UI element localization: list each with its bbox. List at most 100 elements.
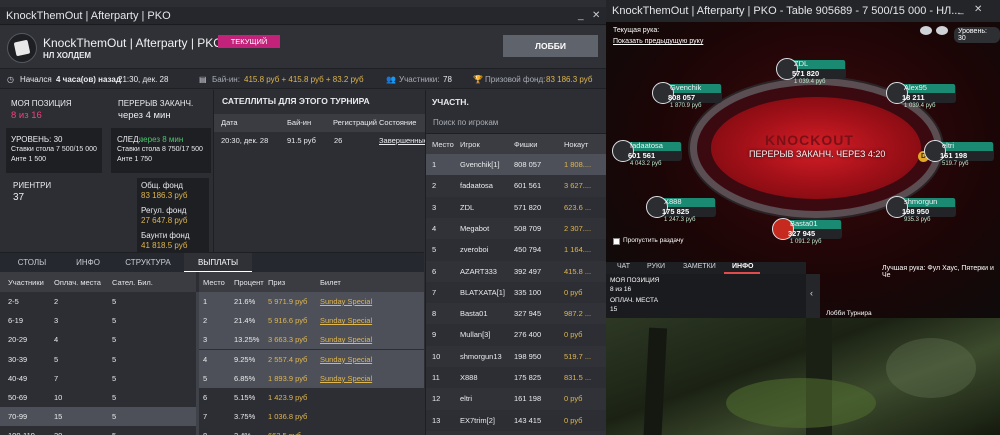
ticket-link[interactable]: Sunday Special: [320, 355, 372, 364]
player-row[interactable]: 7 BLATXATA[1] 335 100 0 руб: [426, 282, 606, 303]
payout-range-row[interactable]: 70-99 15 5: [0, 407, 196, 427]
player-cell: 1 808....: [564, 160, 592, 169]
player-row[interactable]: 8 Basta01 327 945 987.2 ...: [426, 303, 606, 325]
player-row[interactable]: 1 Gvenchik[1] 808 057 1 808....: [426, 154, 606, 176]
col-percent: Процент: [234, 278, 264, 287]
player-seat[interactable]: ZDL 571 820 1 039.4 руб: [776, 58, 846, 85]
player-row[interactable]: 14yaro007[1]92 975519.7 ...: [426, 430, 606, 435]
players-title: УЧАСТН.: [432, 97, 469, 107]
tab-payouts[interactable]: ВЫПЛАТЫ: [184, 253, 252, 273]
player-row[interactable]: 2 fadaatosa 601 561 3 627....: [426, 175, 606, 197]
satellite-date: 20:30, дек. 28: [221, 136, 269, 145]
tab-info[interactable]: ИНФО: [64, 253, 112, 273]
tab-hands[interactable]: РУКИ: [647, 263, 665, 270]
payout-range-row[interactable]: 100-119 20 5: [0, 426, 196, 435]
eye-icon[interactable]: [920, 26, 932, 35]
payout-range-cell: 40-49: [8, 373, 28, 383]
payout-range-row[interactable]: 6-19 3 5: [0, 311, 196, 330]
tab-table-info[interactable]: ИНФО: [732, 263, 754, 270]
player-seat[interactable]: fadaatosa 601 561 4 043.2 руб: [612, 140, 682, 167]
player-cell: zveroboi: [460, 245, 489, 255]
seat-bounty: 4 043.2 руб: [630, 161, 662, 167]
collapse-panel-button[interactable]: ‹: [806, 274, 820, 318]
payout-place-row[interactable]: 8 2.4% 663.5 руб: [199, 426, 424, 435]
view-icon[interactable]: [936, 26, 948, 35]
payout-place-cell: 8: [203, 431, 207, 435]
player-row[interactable]: 3 ZDL 571 820 623.6 ...: [426, 197, 606, 218]
payout-range-row[interactable]: 40-49 7 5: [0, 369, 196, 388]
payout-range-row[interactable]: 2-5 2 5: [0, 292, 196, 311]
payout-place-cell: 1 036.8 руб: [268, 412, 308, 422]
payout-place-cell: 13.25%: [234, 335, 260, 345]
player-row[interactable]: 4 Megabot 508 709 2 307....: [426, 217, 606, 240]
col-players-chips: Фишки: [514, 140, 538, 149]
payout-place-cell: 3: [203, 335, 208, 345]
payout-range-row[interactable]: 20-29 4 5: [0, 330, 196, 349]
player-seat[interactable]: X888 175 825 1 247.3 руб: [646, 196, 716, 223]
player-seat[interactable]: Basta01 327 945 1 091.2 руб: [772, 218, 842, 245]
player-cell: 508 709: [514, 223, 542, 233]
tab-structure[interactable]: СТРУКТУРА: [112, 253, 184, 273]
player-row[interactable]: 5 zveroboi 450 794 1 164....: [426, 239, 606, 260]
table-minimize-icon[interactable]: _: [958, 4, 964, 15]
player-row[interactable]: 11 X888 175 825 831.5 ...: [426, 367, 606, 388]
payout-place-cell: 6: [203, 393, 208, 402]
payout-place-row[interactable]: 3 13.25% 3 663.3 руб Sunday Special: [199, 330, 424, 350]
payout-range-row[interactable]: 50-69 10 5: [0, 388, 196, 407]
payout-place-row[interactable]: 7 3.75% 1 036.8 руб: [199, 407, 424, 426]
player-seat[interactable]: Gvenchik 808 057 1 870.9 руб: [652, 82, 722, 109]
ticket-link[interactable]: Sunday Special: [320, 374, 372, 383]
ticket-link[interactable]: Sunday Special: [320, 316, 372, 325]
table-close-icon[interactable]: ✕: [974, 4, 982, 15]
skip-hand-checkbox[interactable]: [613, 238, 620, 245]
player-row[interactable]: 10 shmorgun13 198 950 519.7 ...: [426, 345, 606, 367]
total-fund-label: Общ. фонд: [141, 181, 183, 190]
player-seat[interactable]: eltri 161 198 519.7 руб: [924, 140, 994, 167]
player-cell: 519.7 ...: [564, 351, 592, 361]
player-row[interactable]: 6 AZART333 392 497 415.8 ...: [426, 260, 606, 282]
player-row[interactable]: 13 EX7trim[2] 143 415 0 руб: [426, 410, 606, 431]
player-search-input[interactable]: Поиск по игрокам: [426, 112, 606, 134]
payout-place-row[interactable]: 6 5.15% 1 423.9 руб: [199, 388, 424, 407]
rebuys-label: РИЕНТРИ: [13, 181, 52, 190]
player-cell: 5: [432, 245, 437, 255]
tournament-header: KnockThemOut | Afterparty | PKO НЛ ХОЛДЕ…: [0, 26, 606, 68]
seat-bounty: 1 870.9 руб: [670, 103, 702, 109]
payout-range-cell: 20-29: [8, 335, 28, 345]
player-row[interactable]: 9 Mullan[3] 276 400 0 руб: [426, 324, 606, 345]
satellites-panel: САТЕЛЛИТЫ ДЛЯ ЭТОГО ТУРНИРА Дата Бай-ин …: [213, 90, 428, 252]
satellites-row[interactable]: 20:30, дек. 28 91.5 руб 26 Завершенные: [214, 132, 428, 148]
show-previous-hand-link[interactable]: Показать предыдущую руку: [613, 38, 703, 45]
lobby-button[interactable]: ЛОББИ: [503, 35, 598, 57]
seat-player-name: Alex95: [904, 83, 927, 92]
player-seat[interactable]: Alex95 18 211 1 039.4 руб: [886, 82, 956, 109]
close-icon[interactable]: ✕: [592, 10, 600, 21]
player-cell: 11: [432, 373, 440, 382]
tournament-lobby-link[interactable]: Лобби Турнира: [826, 310, 872, 317]
payout-place-row[interactable]: 2 21.4% 5 916.6 руб Sunday Special: [199, 311, 424, 331]
satellites-col-buyin: Бай-ин: [287, 118, 312, 127]
minimize-icon[interactable]: _: [578, 10, 584, 21]
seat-bounty: 1 091.2 руб: [790, 239, 822, 245]
tab-notes[interactable]: ЗАМЕТКИ: [683, 263, 716, 270]
break-message: ПЕРЕРЫВ ЗАКАНЧ. ЧЕРЕЗ 4:20: [749, 149, 886, 159]
payout-place-row[interactable]: 4 9.25% 2 557.4 руб Sunday Special: [199, 349, 424, 369]
tab-tables[interactable]: СТОЛЫ: [0, 253, 64, 273]
player-seat[interactable]: shmorgun 198 950 935.3 руб: [886, 196, 956, 223]
next-level-when: через 8 мин: [139, 135, 184, 144]
started-label: Начался: [20, 75, 52, 84]
chevron-left-icon: ‹: [810, 288, 813, 298]
player-cell: 12: [432, 394, 441, 404]
payout-place-cell: 5.15%: [234, 393, 256, 402]
players-panel: УЧАСТН. Поиск по игрокам Место Игрок Фиш…: [425, 90, 606, 435]
payout-place-row[interactable]: 1 21.6% 5 971.9 руб Sunday Special: [199, 292, 424, 311]
ticket-link[interactable]: Sunday Special: [320, 335, 372, 344]
payout-range-row[interactable]: 30-39 5 5: [0, 350, 196, 369]
seat-chips: 18 211: [902, 93, 925, 102]
payout-range-cell: 2: [54, 297, 59, 306]
tab-chat[interactable]: ЧАТ: [617, 263, 630, 270]
player-row[interactable]: 12 eltri 161 198 0 руб: [426, 388, 606, 410]
payout-place-row[interactable]: 5 6.85% 1 893.9 руб Sunday Special: [199, 368, 424, 388]
satellite-state-link[interactable]: Завершенные: [379, 136, 428, 145]
ticket-link[interactable]: Sunday Special: [320, 297, 372, 306]
